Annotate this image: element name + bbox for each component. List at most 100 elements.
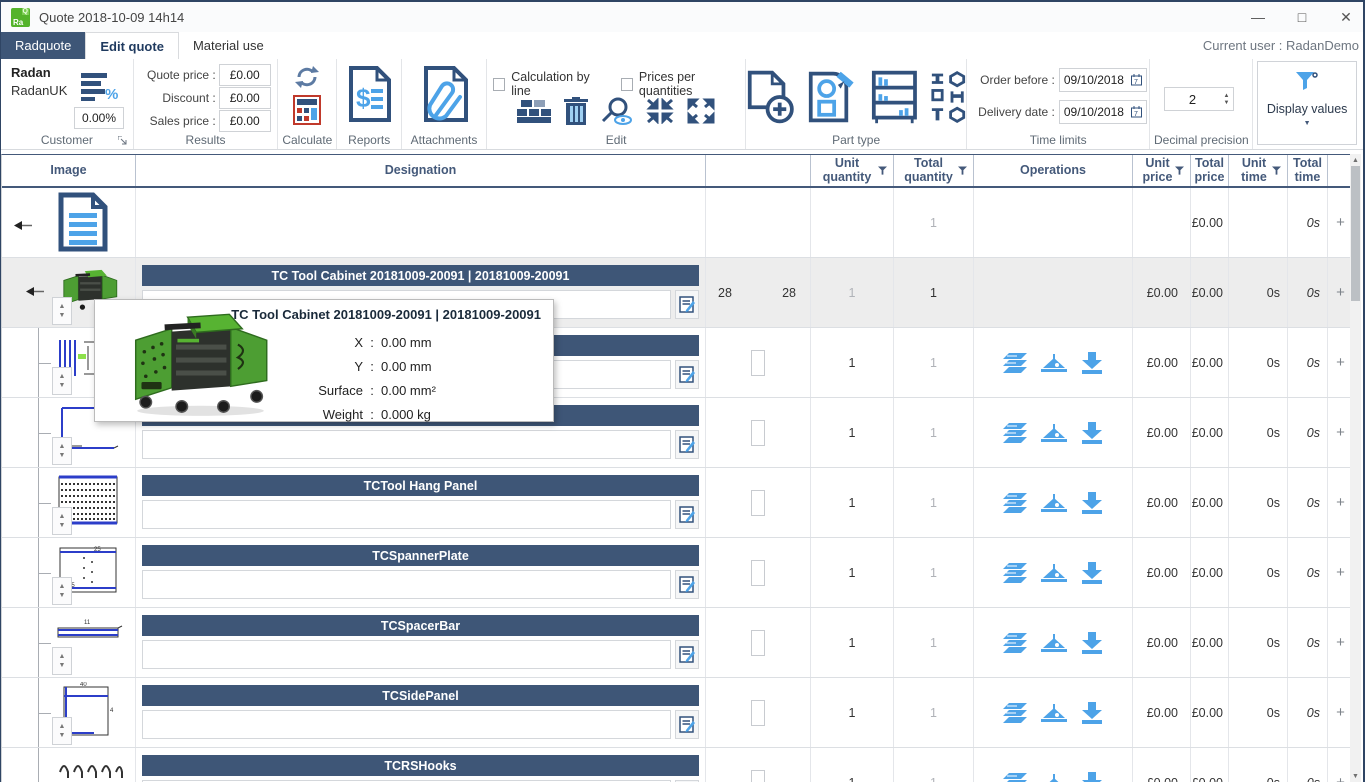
stepper-up-icon[interactable]: ▲: [59, 723, 66, 730]
stepper-up-icon[interactable]: ▲: [59, 443, 66, 450]
table-row-part[interactable]: 404▲▼TCSidePanel11£0.00£0.000s0s+: [2, 678, 1350, 748]
punch-operation-icon[interactable]: [1003, 423, 1027, 443]
unit-quantity-cell[interactable]: 1: [811, 468, 894, 537]
stepper-up-icon[interactable]: ▲: [59, 653, 66, 660]
stock-shelf-icon[interactable]: [871, 68, 918, 126]
bend-operation-icon[interactable]: [1041, 774, 1067, 782]
stepper-up-icon[interactable]: ▲: [59, 583, 66, 590]
quantity-stepper[interactable]: ▲▼: [52, 367, 72, 395]
table-row-part[interactable]: 11▲▼TCSpacerBar11£0.00£0.000s0s+: [2, 608, 1350, 678]
stepper-down-icon[interactable]: ▼: [59, 382, 66, 389]
scrollbar-thumb[interactable]: [1351, 166, 1360, 301]
plus-icon[interactable]: +: [1336, 564, 1345, 581]
calendar-icon[interactable]: 7: [1131, 74, 1142, 86]
part-thumbnail[interactable]: 11: [54, 612, 124, 652]
unload-operation-icon[interactable]: [1081, 772, 1103, 782]
tab-edit-quote[interactable]: Edit quote: [85, 32, 179, 59]
display-values-button[interactable]: Display values ▼: [1257, 61, 1357, 145]
unit-quantity-cell[interactable]: 1: [811, 678, 894, 747]
punch-operation-icon[interactable]: [1003, 633, 1027, 653]
table-row-part[interactable]: ▲▼TCTool Hang Panel11£0.00£0.000s0s+: [2, 468, 1350, 538]
bend-operation-icon[interactable]: [1041, 494, 1067, 512]
unit-quantity-cell[interactable]: 1: [811, 608, 894, 677]
scroll-up-icon[interactable]: ▲: [1350, 154, 1361, 166]
collapse-row-icon[interactable]: [14, 221, 32, 230]
collapse-all-icon[interactable]: [646, 98, 674, 124]
punch-operation-icon[interactable]: [1003, 773, 1027, 782]
stepper-up-icon[interactable]: ▲: [59, 373, 66, 380]
material-selector[interactable]: [751, 350, 765, 376]
calculate-group[interactable]: Calculate: [278, 59, 337, 149]
material-selector[interactable]: [751, 490, 765, 516]
preview-magnifier-icon[interactable]: [601, 97, 633, 125]
unload-operation-icon[interactable]: [1081, 702, 1103, 724]
punch-operation-icon[interactable]: [1003, 563, 1027, 583]
punch-operation-icon[interactable]: [1003, 353, 1027, 373]
unload-operation-icon[interactable]: [1081, 562, 1103, 584]
discount-input[interactable]: [219, 87, 271, 109]
prices-per-quantities-checkbox[interactable]: [621, 78, 633, 91]
unit-quantity-cell[interactable]: 1: [811, 748, 894, 782]
materials-bricks-icon[interactable]: [517, 98, 551, 124]
stepper-down-icon[interactable]: ▼: [59, 662, 66, 669]
punch-operation-icon[interactable]: [1003, 493, 1027, 513]
decimal-precision-spinner[interactable]: 2 ▲▼: [1164, 87, 1234, 111]
maximize-button[interactable]: □: [1295, 9, 1309, 25]
sales-price-input[interactable]: [219, 110, 271, 132]
attachments-group[interactable]: Attachments: [402, 59, 487, 149]
quantity-stepper[interactable]: ▲▼: [52, 577, 72, 605]
scroll-down-icon[interactable]: ▼: [1350, 770, 1361, 782]
unit-quantity-cell[interactable]: 1: [811, 398, 894, 467]
designation-note-input[interactable]: [142, 430, 671, 459]
unit-quantity-cell[interactable]: [811, 188, 894, 257]
quantity-stepper[interactable]: ▲▼: [52, 297, 72, 325]
plus-icon[interactable]: +: [1336, 354, 1345, 371]
bend-operation-icon[interactable]: [1041, 424, 1067, 442]
stepper-down-icon[interactable]: ▼: [59, 592, 66, 599]
stepper-up-icon[interactable]: ▲: [59, 303, 66, 310]
quantity-stepper[interactable]: ▲▼: [52, 437, 72, 465]
bend-operation-icon[interactable]: [1041, 634, 1067, 652]
unit-quantity-cell[interactable]: 1: [811, 538, 894, 607]
filter-icon[interactable]: [1175, 166, 1184, 175]
quote-price-input[interactable]: [219, 64, 271, 86]
calendar-icon[interactable]: 7: [1131, 106, 1142, 118]
designation-note-input[interactable]: [142, 640, 671, 669]
stepper-down-icon[interactable]: ▼: [59, 522, 66, 529]
part-thumbnail[interactable]: [54, 752, 126, 782]
plus-icon[interactable]: +: [1336, 634, 1345, 651]
edit-note-button[interactable]: [675, 640, 699, 669]
material-selector[interactable]: [751, 560, 765, 586]
quantity-stepper[interactable]: ▲▼: [52, 717, 72, 745]
designation-note-input[interactable]: [142, 500, 671, 529]
reports-group[interactable]: $ Reports: [337, 59, 402, 149]
designation-note-input[interactable]: [142, 710, 671, 739]
unload-operation-icon[interactable]: [1081, 352, 1103, 374]
edit-part-icon[interactable]: [807, 68, 859, 126]
spinner-up-icon[interactable]: ▲: [1223, 93, 1229, 99]
plus-icon[interactable]: +: [1336, 214, 1345, 231]
expand-all-icon[interactable]: [687, 98, 715, 124]
tab-material-use[interactable]: Material use: [179, 32, 278, 59]
hardware-fasteners-icon[interactable]: [930, 71, 966, 123]
table-row-quote[interactable]: 1£0.000s+: [2, 188, 1350, 258]
quantity-stepper[interactable]: ▲▼: [52, 647, 72, 675]
bend-operation-icon[interactable]: [1041, 704, 1067, 722]
designation-note-input[interactable]: [142, 570, 671, 599]
customer-dialog-launcher-icon[interactable]: [118, 136, 127, 145]
unload-operation-icon[interactable]: [1081, 422, 1103, 444]
bend-operation-icon[interactable]: [1041, 354, 1067, 372]
close-button[interactable]: ✕: [1339, 9, 1353, 26]
edit-note-button[interactable]: [675, 710, 699, 739]
filter-icon[interactable]: [958, 166, 967, 175]
unit-quantity-cell[interactable]: 1: [811, 258, 894, 327]
minimize-button[interactable]: —: [1251, 9, 1265, 25]
punch-operation-icon[interactable]: [1003, 703, 1027, 723]
stepper-down-icon[interactable]: ▼: [59, 312, 66, 319]
table-row-part[interactable]: ▲▼TCRSHooks11£0.00£0.000s0s+: [2, 748, 1350, 782]
plus-icon[interactable]: +: [1336, 284, 1345, 301]
filter-icon[interactable]: [1272, 166, 1281, 175]
edit-note-button[interactable]: [675, 500, 699, 529]
bend-operation-icon[interactable]: [1041, 564, 1067, 582]
plus-icon[interactable]: +: [1336, 704, 1345, 721]
